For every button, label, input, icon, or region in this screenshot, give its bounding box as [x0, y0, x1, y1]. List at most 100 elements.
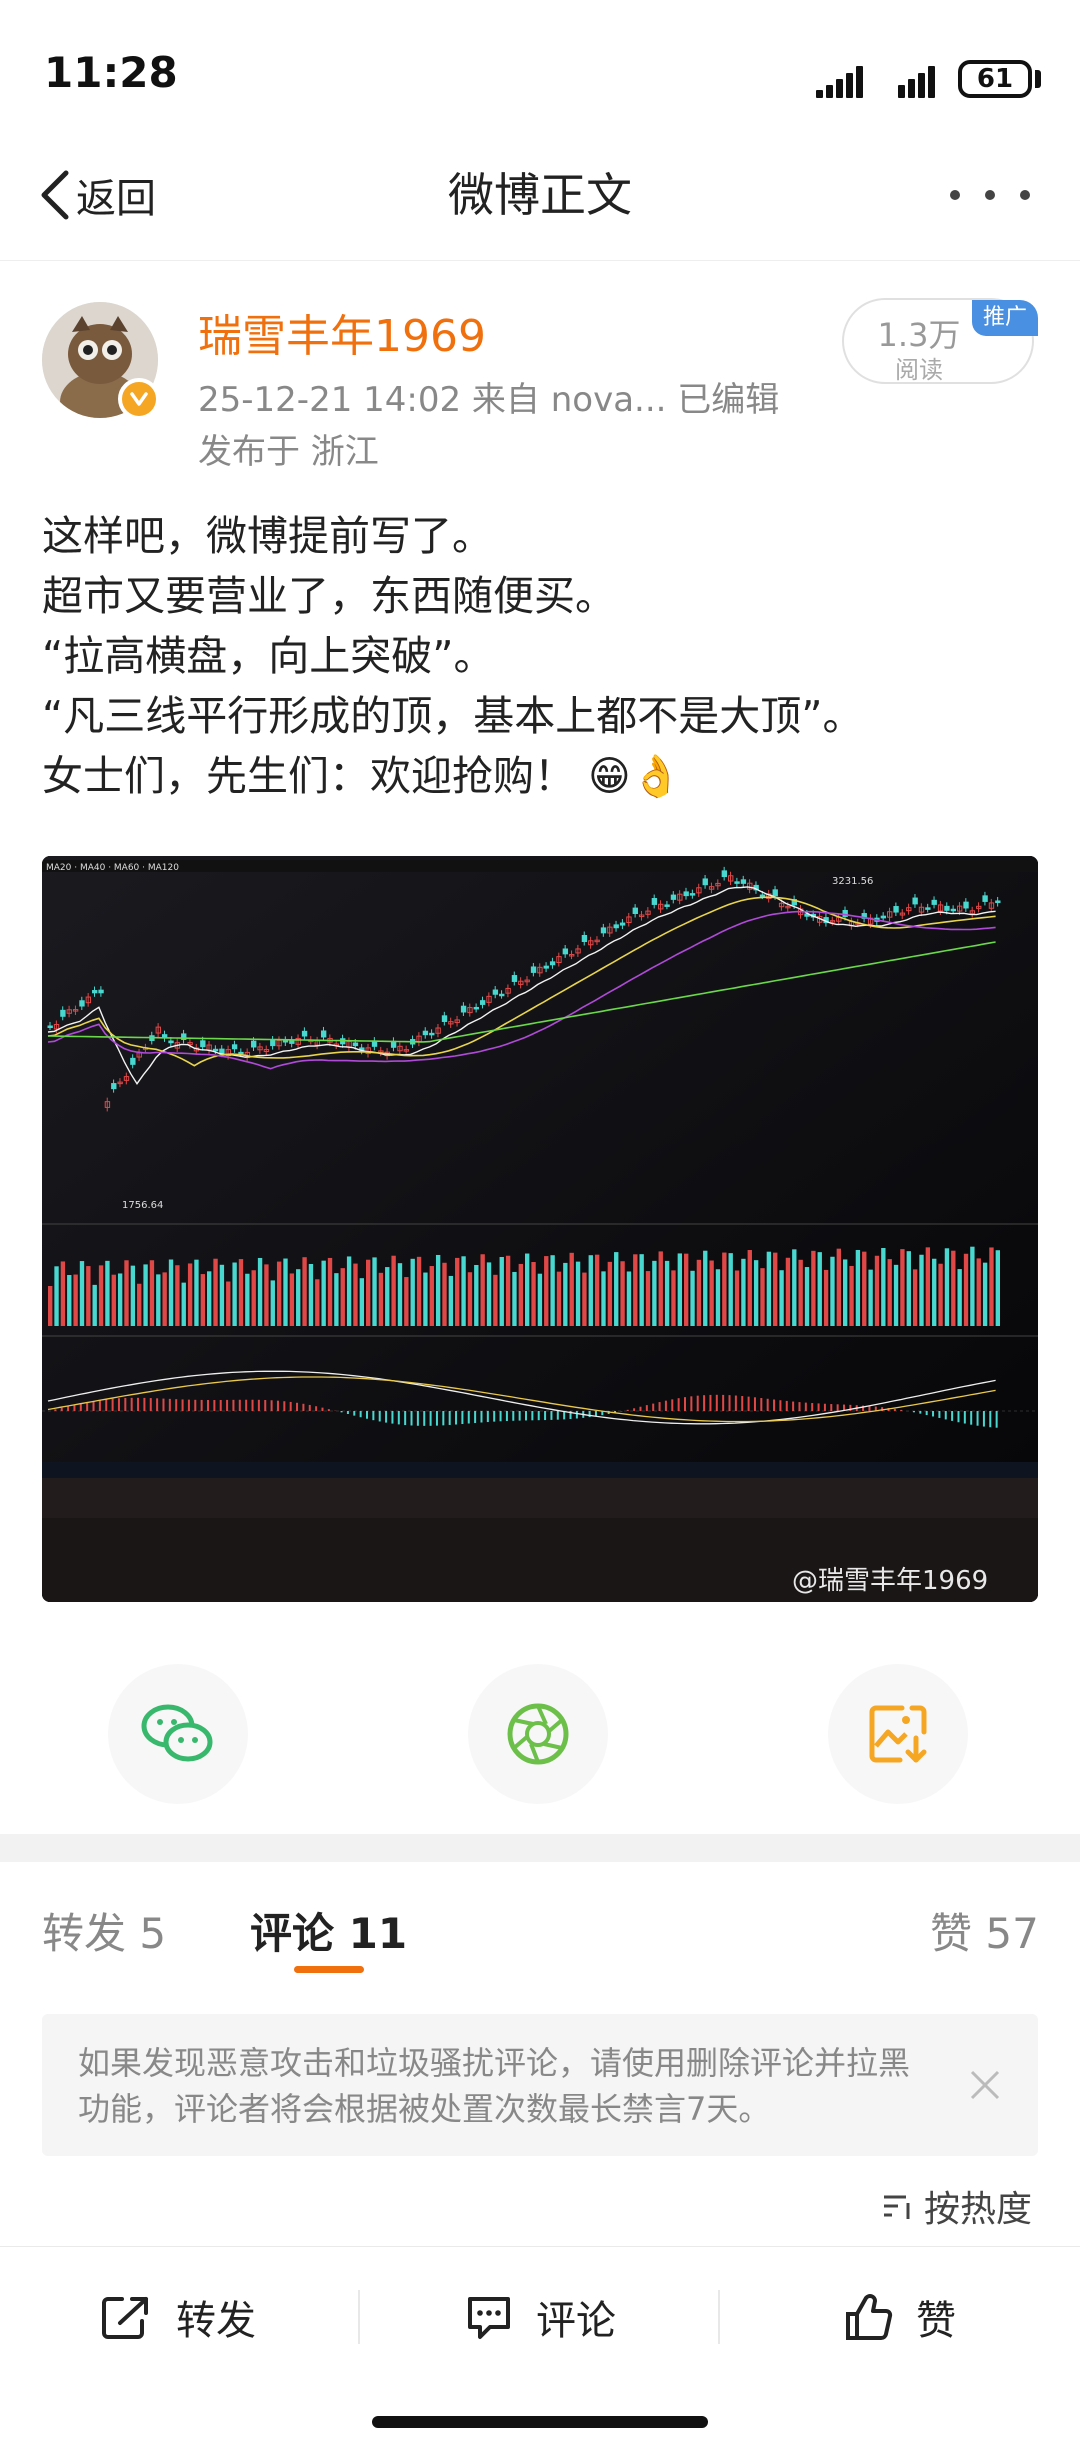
save-image-button[interactable]	[828, 1664, 968, 1804]
volume-bar	[544, 1256, 549, 1326]
macd-bar	[645, 1405, 648, 1411]
candle	[581, 934, 588, 942]
macd-bar	[963, 1411, 966, 1424]
volume-bar	[455, 1257, 460, 1326]
more-icon[interactable]	[950, 175, 1030, 215]
macd-bar	[512, 1411, 515, 1421]
volume-bar	[486, 1262, 492, 1326]
macd-bar	[149, 1398, 152, 1411]
candle	[543, 965, 549, 969]
repost-icon	[102, 2297, 148, 2339]
volume-bar	[130, 1265, 136, 1326]
home-indicator	[372, 2416, 708, 2428]
wechat-icon	[141, 1704, 213, 1762]
volume-bar	[480, 1254, 485, 1326]
volume-bar	[569, 1252, 574, 1326]
candle	[111, 1083, 117, 1090]
volume-bar	[760, 1268, 765, 1326]
volume-bar	[703, 1250, 708, 1326]
macd-bar	[105, 1399, 108, 1411]
candle	[212, 1048, 219, 1052]
macd-bar	[385, 1411, 388, 1423]
repost-button[interactable]: 转发	[100, 2282, 256, 2352]
tab-likes[interactable]: 赞 57	[930, 1900, 1039, 1961]
volume-bar	[626, 1271, 632, 1326]
macd-bar	[677, 1398, 680, 1411]
volume-bar	[881, 1248, 886, 1326]
volume-bar	[919, 1254, 924, 1326]
volume-bar	[601, 1271, 606, 1326]
macd-bar	[531, 1411, 534, 1421]
candle	[734, 881, 740, 884]
macd-bar	[429, 1411, 432, 1426]
candle	[995, 900, 1001, 904]
candle	[670, 894, 677, 900]
volume-bar	[804, 1267, 810, 1326]
comment-button[interactable]: 评论	[464, 2282, 616, 2352]
volume-bar	[296, 1269, 301, 1326]
macd-bar	[423, 1411, 426, 1426]
volume-bar	[124, 1260, 129, 1326]
volume-bar	[639, 1254, 644, 1326]
volume-bar	[684, 1253, 689, 1326]
volume-bar	[766, 1251, 772, 1326]
volume-bar	[378, 1272, 384, 1326]
macd-bar	[124, 1397, 127, 1411]
macd-bar	[404, 1411, 407, 1426]
candle	[721, 870, 728, 878]
author-name[interactable]: 瑞雪丰年1969	[198, 300, 486, 364]
macd-bar	[130, 1397, 133, 1411]
tab-comments[interactable]: 评论 11	[250, 1900, 407, 1961]
share-moments-button[interactable]	[468, 1664, 608, 1804]
volume-bar	[614, 1252, 619, 1326]
volume-bar	[518, 1263, 523, 1326]
macd-bar	[442, 1411, 445, 1426]
candle	[944, 905, 950, 911]
macd-bar	[925, 1411, 928, 1416]
volume-bar	[264, 1264, 269, 1326]
candle	[479, 1000, 486, 1005]
macd-bar	[98, 1400, 101, 1411]
volume-bar	[525, 1253, 530, 1326]
macd-bar	[302, 1403, 305, 1411]
close-icon[interactable]	[962, 2062, 1008, 2108]
macd-bar	[359, 1411, 362, 1418]
volume-bar	[773, 1252, 778, 1326]
macd-bar	[575, 1411, 578, 1419]
candle	[238, 1051, 244, 1055]
volume-bar	[283, 1258, 288, 1326]
macd-bar	[893, 1408, 896, 1411]
candle	[562, 948, 569, 955]
candle	[92, 990, 98, 994]
volume-bar	[194, 1259, 199, 1326]
volume-bar	[957, 1269, 962, 1326]
macd-bar	[499, 1411, 502, 1422]
macd-bar	[811, 1403, 814, 1411]
divider	[358, 2290, 360, 2344]
macd-bar	[276, 1400, 279, 1411]
macd-bar	[995, 1411, 998, 1428]
candle	[130, 1057, 136, 1065]
macd-bar	[162, 1398, 165, 1411]
volume-bar	[54, 1266, 59, 1326]
macd-bar	[728, 1395, 731, 1411]
save-image-icon	[869, 1705, 927, 1763]
volume-bar	[792, 1249, 797, 1326]
chart-high-label: 3231.56	[832, 876, 873, 887]
share-wechat-button[interactable]	[108, 1664, 248, 1804]
volume-bar	[435, 1254, 441, 1326]
volume-bar	[327, 1257, 333, 1326]
volume-bar	[98, 1265, 104, 1326]
volume-bar	[143, 1264, 148, 1326]
macd-bar	[760, 1398, 763, 1411]
promo-tag[interactable]: 推广	[972, 300, 1038, 336]
volume-bar	[823, 1269, 829, 1326]
like-button[interactable]: 赞	[844, 2282, 956, 2352]
post-image[interactable]: MA20 · MA40 · MA60 · MA120 1756.64 3231.…	[42, 856, 1038, 1602]
candle	[893, 906, 899, 913]
macd-bar	[741, 1396, 744, 1411]
volume-bar	[149, 1260, 155, 1326]
tab-reposts[interactable]: 转发 5	[42, 1900, 166, 1961]
sort-button[interactable]: 按热度	[880, 2180, 1032, 2232]
macd-bar	[550, 1411, 553, 1420]
